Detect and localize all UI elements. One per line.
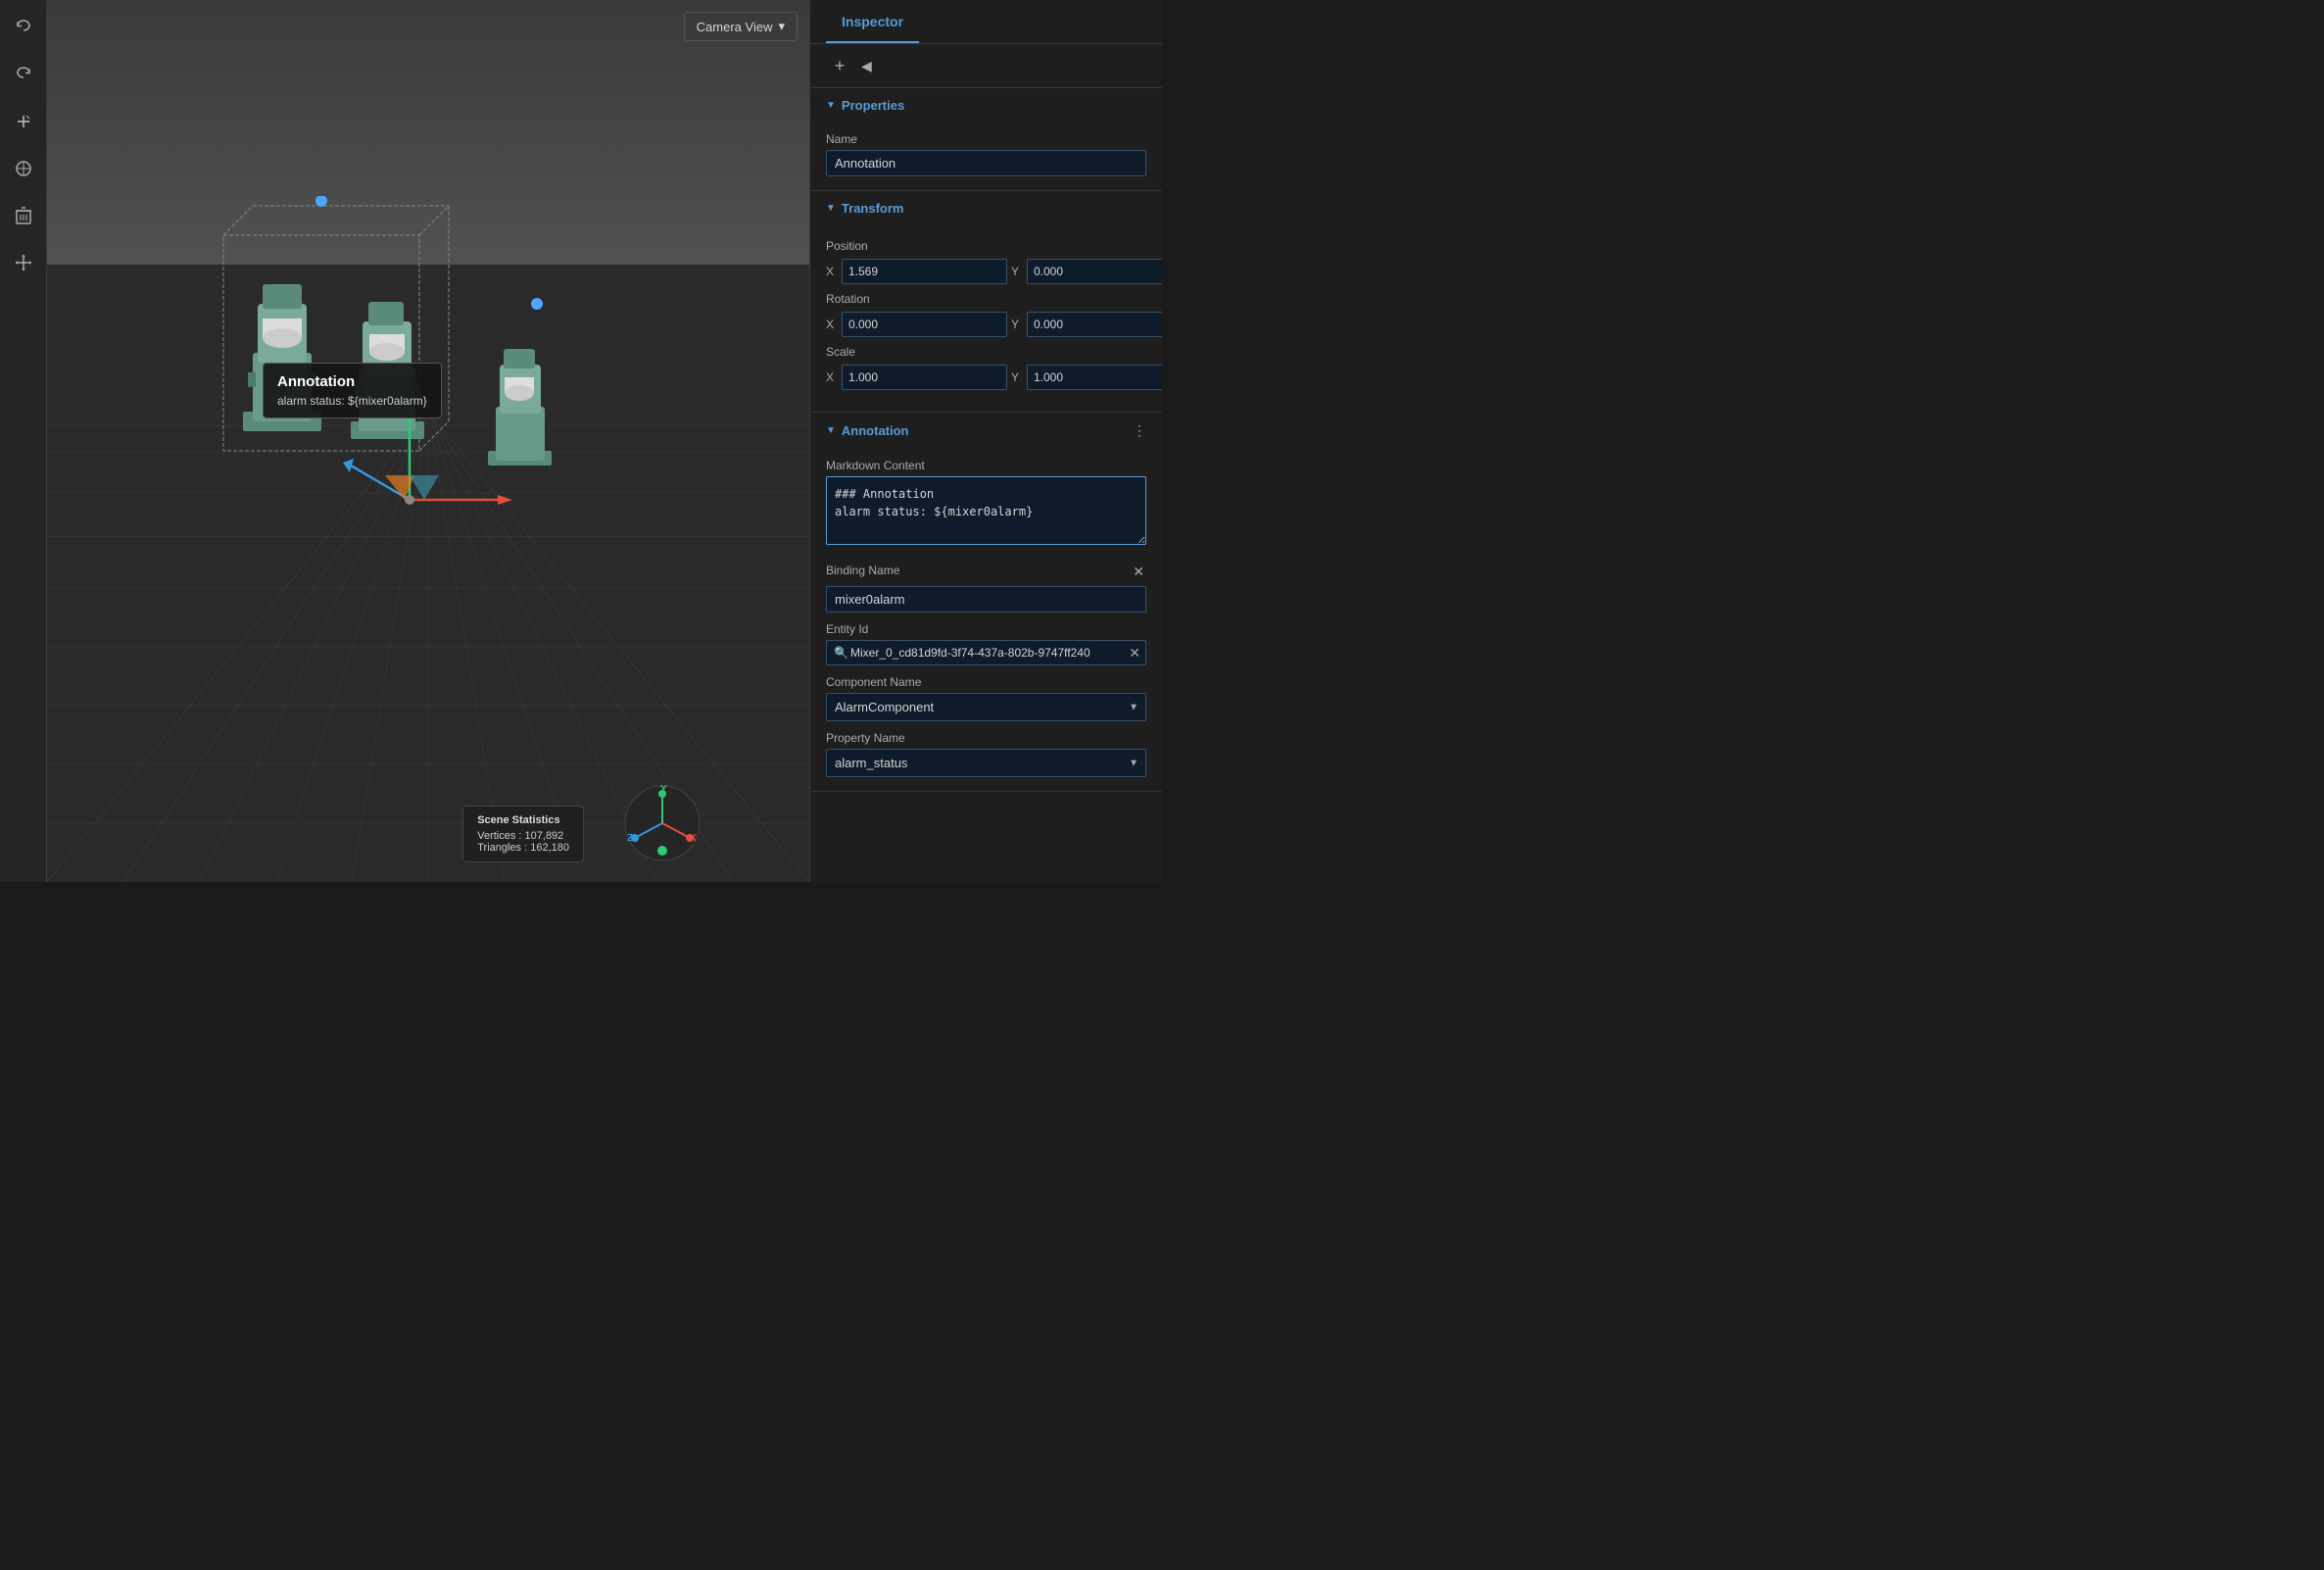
inspector-collapse-button[interactable]: ◀ <box>861 58 872 74</box>
properties-chevron: ▼ <box>826 100 836 111</box>
binding-name-label: Binding Name <box>826 564 899 577</box>
property-name-container: Property Name alarm_status alarm_level ▼ <box>826 731 1146 777</box>
rotation-label: Rotation <box>826 292 1146 306</box>
gizmo-button[interactable] <box>8 153 39 184</box>
position-row: X Y Z <box>826 259 1146 284</box>
transform-section-content: Position X Y Z Rotation X Y Z Scale <box>810 225 1162 412</box>
transform-section-title: Transform <box>842 201 904 216</box>
annotation-more-icon[interactable]: ⋮ <box>1133 422 1146 439</box>
inspector-tab[interactable]: Inspector <box>826 0 919 43</box>
inspector-header: Inspector <box>810 0 1162 44</box>
component-name-dropdown-wrapper: AlarmComponent StatusComponent ▼ <box>826 693 1146 721</box>
properties-section-header[interactable]: ▼ Properties <box>810 88 1162 123</box>
camera-view-button[interactable]: Camera View ▾ <box>684 12 798 41</box>
markdown-label: Markdown Content <box>826 459 1146 472</box>
vertices-value: 107,892 <box>525 830 564 842</box>
inspector-panel: Inspector + ◀ ▼ Properties Name ▼ Transf… <box>809 0 1162 882</box>
camera-view-label: Camera View <box>697 20 773 34</box>
entity-id-input[interactable] <box>826 640 1146 665</box>
scale-x-label: X <box>826 370 838 384</box>
scale-x-input[interactable] <box>842 365 1007 390</box>
rotation-row: X Y Z <box>826 312 1146 337</box>
axis-indicator: Y X Z <box>623 784 702 862</box>
scale-label: Scale <box>826 345 1146 359</box>
scale-row: X Y Z <box>826 365 1146 390</box>
delete-button[interactable] <box>8 200 39 231</box>
scale-y-input[interactable] <box>1027 365 1162 390</box>
properties-section-content: Name <box>810 123 1162 190</box>
annotation-popup-title: Annotation <box>277 373 427 390</box>
triangles-stat: Triangles : 162,180 <box>477 842 569 854</box>
annotation-section-content: Markdown Content ### Annotation alarm st… <box>810 449 1162 791</box>
rotation-x-label: X <box>826 318 838 331</box>
annotation-chevron: ▼ <box>826 425 836 436</box>
property-name-select[interactable]: alarm_status alarm_level <box>826 749 1146 777</box>
annotation-section-header[interactable]: ▼ Annotation ⋮ <box>810 413 1162 449</box>
inspector-add-button[interactable]: + <box>826 52 853 79</box>
rotation-y-input[interactable] <box>1027 312 1162 337</box>
markdown-textarea[interactable]: ### Annotation alarm status: ${mixer0ala… <box>826 476 1146 545</box>
properties-section: ▼ Properties Name <box>810 88 1162 191</box>
annotation-section-title: Annotation <box>842 423 909 438</box>
name-field-label: Name <box>826 132 1146 146</box>
left-toolbar <box>0 0 47 882</box>
position-label: Position <box>826 239 1146 253</box>
position-x-input[interactable] <box>842 259 1007 284</box>
position-y-label: Y <box>1011 265 1023 278</box>
entity-id-container: Entity Id 🔍 ✕ <box>826 622 1146 665</box>
entity-id-wrapper: 🔍 ✕ <box>826 640 1146 665</box>
vertices-stat: Vertices : 107,892 <box>477 830 569 842</box>
move-button[interactable] <box>8 247 39 278</box>
vertices-label: Vertices <box>477 830 515 842</box>
transform-section-header[interactable]: ▼ Transform <box>810 191 1162 225</box>
entity-clear-button[interactable]: ✕ <box>1129 646 1140 660</box>
triangles-label: Triangles <box>477 842 521 854</box>
rotation-y-label: Y <box>1011 318 1023 331</box>
property-name-label: Property Name <box>826 731 1146 745</box>
viewport-container[interactable]: Camera View ▾ <box>47 0 809 882</box>
binding-name-input[interactable] <box>826 586 1146 613</box>
binding-name-container: Binding Name ✕ <box>826 562 1146 613</box>
annotation-popup: Annotation alarm status: ${mixer0alarm} <box>263 363 442 418</box>
scene-statistics: Scene Statistics Vertices : 107,892 Tria… <box>462 806 584 862</box>
component-name-container: Component Name AlarmComponent StatusComp… <box>826 675 1146 721</box>
name-field-input[interactable] <box>826 150 1146 176</box>
annotation-section: ▼ Annotation ⋮ Markdown Content ### Anno… <box>810 413 1162 792</box>
binding-close-button[interactable]: ✕ <box>1131 562 1146 582</box>
inspector-tab-label: Inspector <box>842 14 903 29</box>
triangles-value: 162,180 <box>530 842 569 854</box>
transform-chevron: ▼ <box>826 203 836 214</box>
position-x-label: X <box>826 265 838 278</box>
annotation-section-left: ▼ Annotation <box>826 423 909 438</box>
search-icon: 🔍 <box>834 646 848 660</box>
entity-id-label: Entity Id <box>826 622 1146 636</box>
scene-stats-title: Scene Statistics <box>477 814 569 826</box>
position-y-input[interactable] <box>1027 259 1162 284</box>
binding-name-row: Binding Name ✕ <box>826 562 1146 582</box>
scale-y-label: Y <box>1011 370 1023 384</box>
inspector-toolbar: + ◀ <box>810 44 1162 88</box>
properties-section-title: Properties <box>842 98 904 113</box>
rotation-x-input[interactable] <box>842 312 1007 337</box>
camera-view-dropdown-icon: ▾ <box>778 19 785 34</box>
component-name-select[interactable]: AlarmComponent StatusComponent <box>826 693 1146 721</box>
annotation-popup-text: alarm status: ${mixer0alarm} <box>277 394 427 408</box>
component-name-label: Component Name <box>826 675 1146 689</box>
undo-button[interactable] <box>8 12 39 43</box>
redo-button[interactable] <box>8 59 39 90</box>
add-object-button[interactable] <box>8 106 39 137</box>
transform-section: ▼ Transform Position X Y Z Rotation X Y … <box>810 191 1162 413</box>
property-name-dropdown-wrapper: alarm_status alarm_level ▼ <box>826 749 1146 777</box>
